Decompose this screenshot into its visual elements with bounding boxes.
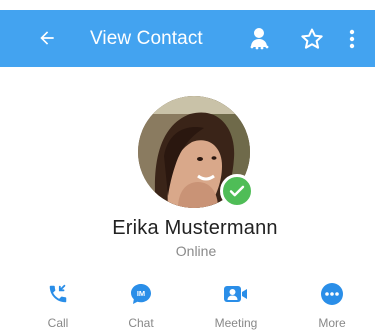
favorite-button[interactable] <box>297 24 327 54</box>
back-arrow-icon <box>40 31 54 45</box>
star-outline-icon <box>301 28 323 49</box>
presenter-icon <box>250 28 269 50</box>
app-bar: View Contact <box>0 10 375 67</box>
action-bar: Call IM Chat Meeting More <box>0 282 375 330</box>
video-camera-icon <box>222 282 250 306</box>
page-title: View Contact <box>90 28 203 49</box>
contact-name: Erika Mustermann <box>112 217 278 239</box>
check-icon <box>229 185 245 197</box>
more-vert-icon <box>349 29 355 49</box>
chat-action[interactable]: IM Chat <box>106 282 176 330</box>
overflow-menu-button[interactable] <box>344 24 360 54</box>
meeting-action[interactable]: Meeting <box>201 282 271 330</box>
online-check-badge <box>220 174 254 208</box>
more-label: More <box>318 316 346 330</box>
phone-callback-icon <box>44 282 72 306</box>
more-horiz-icon <box>318 282 346 306</box>
chat-label: Chat <box>128 316 154 330</box>
presence-status: Online <box>175 243 217 259</box>
back-button[interactable] <box>34 24 60 52</box>
call-action[interactable]: Call <box>23 282 93 330</box>
presenter-button[interactable] <box>245 24 275 54</box>
svg-text:IM: IM <box>137 289 145 298</box>
call-label: Call <box>47 316 69 330</box>
meeting-label: Meeting <box>214 316 258 330</box>
contact-avatar-container <box>138 96 254 208</box>
more-action[interactable]: More <box>297 282 367 330</box>
chat-bubble-icon: IM <box>127 282 155 306</box>
